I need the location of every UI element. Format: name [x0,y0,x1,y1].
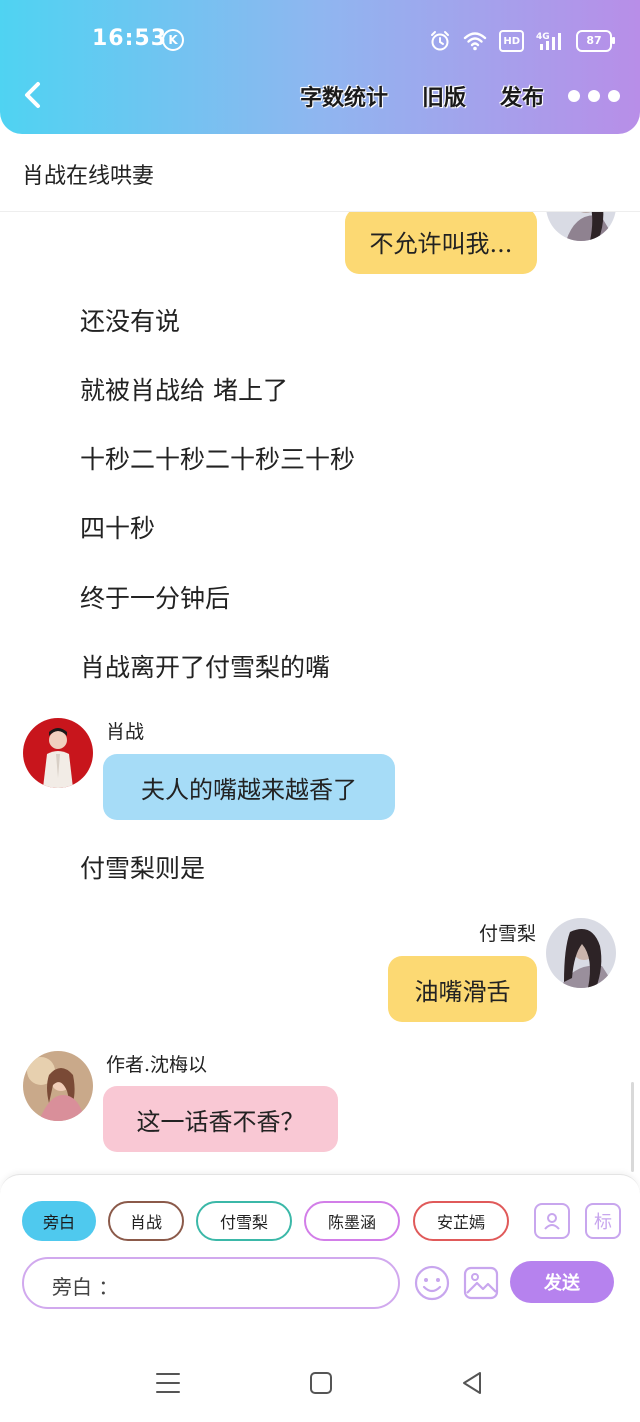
message-bubble[interactable]: 油嘴滑舌 [388,956,537,1022]
more-menu-button[interactable] [568,90,620,102]
home-icon[interactable] [306,1368,336,1398]
role-chip-narrator[interactable]: 旁白 [22,1201,96,1241]
composer-panel: 旁白 肖战 付雪梨 陈墨涵 安芷嫣 标 旁白 ： 发送 [0,1174,640,1310]
avatar-fu-xueli[interactable] [546,918,616,988]
hd-badge: HD [499,30,524,52]
image-icon[interactable] [463,1265,499,1301]
chat-content[interactable]: 不允许叫我... 还没有说 就被肖战给 堵上了 十秒二十秒二十秒三十秒 四十秒 … [0,212,640,1174]
story-title[interactable]: 肖战在线哄妻 [22,158,154,190]
avatar-fu-xueli[interactable] [546,212,616,241]
menu-icon[interactable] [153,1368,183,1398]
contact-card-icon[interactable] [534,1203,570,1239]
wifi-icon [463,30,487,52]
emoji-icon[interactable] [414,1265,450,1301]
publish-button[interactable]: 发布 [500,80,544,112]
input-placeholder: 旁白 ： [52,1275,119,1299]
speaker-name: 肖战 [106,721,145,743]
old-version-button[interactable]: 旧版 [422,80,466,112]
narration-line[interactable]: 还没有说 [80,302,180,338]
more-dot-icon [568,90,580,102]
message-bubble[interactable]: 夫人的嘴越来越香了 [103,754,395,820]
narration-line[interactable]: 终于一分钟后 [80,579,230,615]
avatar-xiao-zhan[interactable] [23,718,93,788]
signal-icon: 4G [536,30,564,52]
status-icons: HD 4G 87 [429,28,615,54]
speaker-name: 作者.沈梅以 [106,1054,208,1076]
role-chip-an-zhiyan[interactable]: 安芷嫣 [413,1201,509,1241]
svg-text:4G: 4G [536,32,550,42]
story-title-bar: 肖战在线哄妻 [0,134,640,212]
back-triangle-icon[interactable] [458,1368,488,1398]
role-chip-chen-mohan[interactable]: 陈墨涵 [304,1201,400,1241]
word-count-button[interactable]: 字数统计 [300,80,388,112]
narration-line[interactable]: 四十秒 [80,509,155,545]
battery-indicator: 87 [576,30,615,52]
app-window: 16:53 K HD 4G 87 字数统计 旧版 发布 肖战在线哄妻 不允许叫我… [0,0,640,1422]
more-dot-icon [588,90,600,102]
alarm-icon [429,30,451,52]
system-nav-bar [0,1310,640,1422]
narration-line[interactable]: 就被肖战给 堵上了 [80,371,288,407]
status-time: 16:53 [92,26,168,51]
back-button[interactable] [20,80,46,110]
narration-line[interactable]: 肖战离开了付雪梨的嘴 [80,648,330,684]
narration-line[interactable]: 付雪梨则是 [80,849,205,885]
avatar-author[interactable] [23,1051,93,1121]
message-input[interactable]: 旁白 ： [22,1257,400,1309]
message-bubble[interactable]: 不允许叫我... [345,212,537,274]
mark-tag-button[interactable]: 标 [585,1203,621,1239]
k-app-icon: K [162,29,184,51]
scrollbar[interactable] [631,1082,634,1172]
header-actions: 字数统计 旧版 发布 [300,80,544,112]
send-button[interactable]: 发送 [510,1261,614,1303]
more-dot-icon [608,90,620,102]
speaker-name: 付雪梨 [478,923,536,945]
narration-line[interactable]: 十秒二十秒二十秒三十秒 [80,440,355,476]
role-chip-fu-xueli[interactable]: 付雪梨 [196,1201,292,1241]
role-chip-xiao-zhan[interactable]: 肖战 [108,1201,184,1241]
top-header: 16:53 K HD 4G 87 字数统计 旧版 发布 [0,0,640,134]
message-bubble[interactable]: 这一话香不香？ [103,1086,338,1152]
